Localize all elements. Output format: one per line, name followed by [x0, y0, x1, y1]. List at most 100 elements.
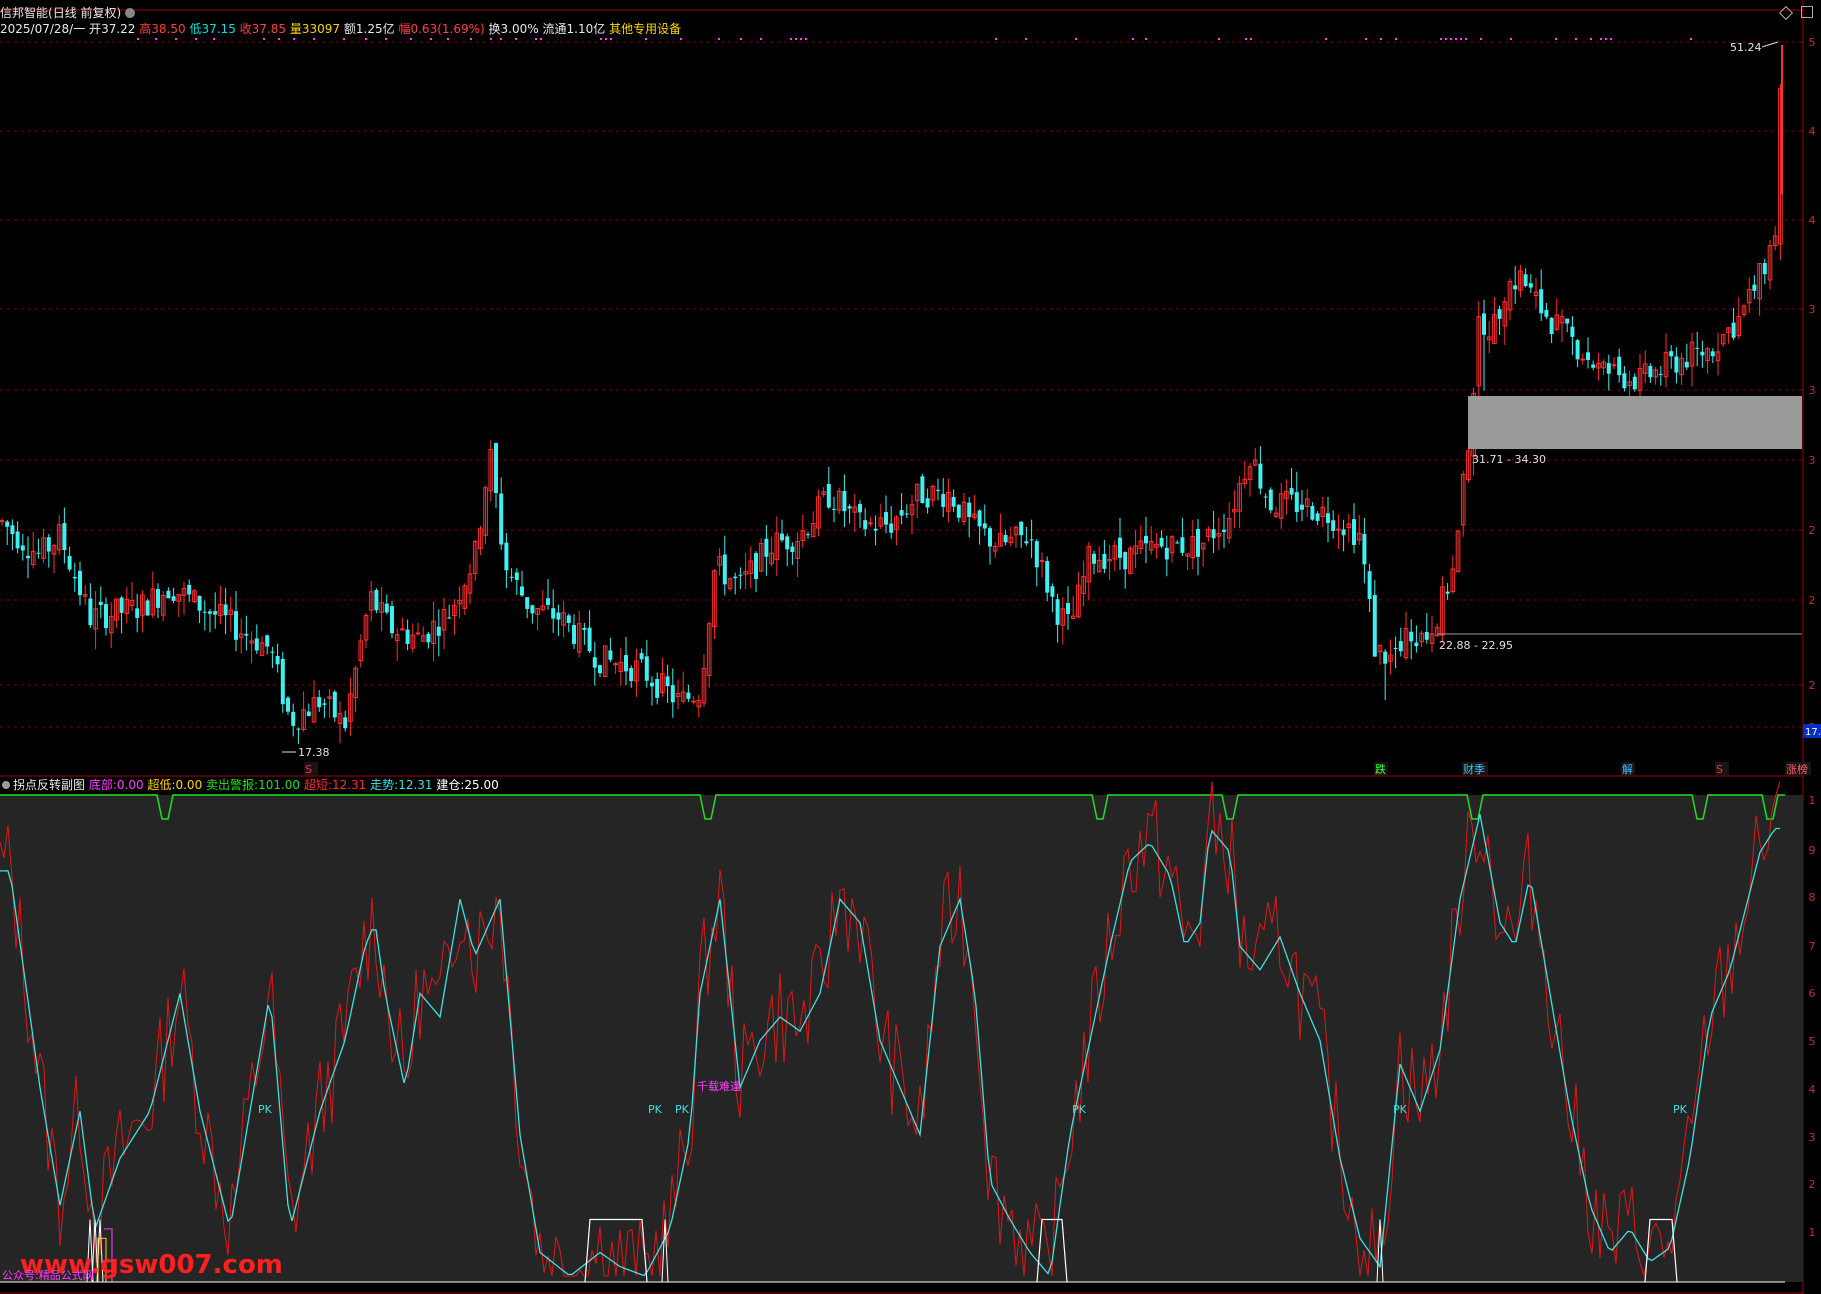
price-tag: 17.5 [1805, 727, 1821, 738]
sub-chart-title: 拐点反转副图 [13, 778, 86, 792]
candle-body [286, 697, 290, 712]
candle-body [291, 711, 296, 726]
high-value: 38.50 [151, 22, 186, 36]
sub-axis-label: 2 [1809, 1178, 1816, 1191]
event-marker: 涨榜 [1786, 762, 1808, 776]
watermark-subtext: 公众号:精品公式网 [2, 1269, 94, 1282]
candle-body [1669, 351, 1674, 357]
candle-body [1528, 283, 1533, 288]
candle-body [1258, 463, 1263, 489]
indicator-annotation: PK [1393, 1103, 1408, 1116]
candle-body [499, 493, 504, 545]
candle-body [644, 656, 649, 681]
candle-body [166, 590, 171, 599]
signal-dot [1480, 38, 1482, 40]
zone-upper-label: 31.71 - 34.30 [1472, 453, 1546, 466]
sub-axis-label: 1 [1809, 794, 1816, 807]
candle-body [826, 483, 831, 508]
candle-body [639, 653, 644, 660]
candle-body [936, 489, 940, 491]
candle-body [36, 552, 41, 554]
resistance-zone [1468, 396, 1802, 449]
event-marker: S [305, 763, 312, 776]
signal-dot [1610, 38, 1612, 40]
legend-item-trend: 走势:12.31 [370, 778, 433, 792]
candle-body [1180, 537, 1185, 553]
candle-body [1039, 559, 1045, 562]
settings-icon[interactable] [2, 781, 10, 789]
signal-dot [293, 38, 295, 40]
event-marker: 跌 [1375, 762, 1386, 776]
candle-body [1523, 274, 1528, 287]
candle-body [1591, 364, 1596, 368]
maximize-icon[interactable] [1801, 6, 1813, 18]
candle-body [504, 542, 509, 571]
candle-body [1341, 529, 1346, 536]
candle-body [1513, 285, 1518, 290]
candle-body [270, 651, 275, 653]
signal-dot [365, 38, 367, 40]
candle-body [343, 717, 348, 729]
event-marker: 解 [1622, 762, 1633, 776]
float-value: 1.10亿 [566, 22, 606, 36]
legend-item-ultralow: 超低:0.00 [147, 778, 203, 792]
candle-body [598, 665, 602, 674]
close-icon[interactable] [125, 8, 136, 18]
candle-body [26, 555, 30, 559]
candle-body [1144, 535, 1148, 544]
candle-body [306, 711, 311, 716]
signal-dot [1075, 38, 1077, 40]
signal-dot [1380, 38, 1382, 40]
candle-body [1352, 519, 1356, 545]
candle-body [629, 667, 634, 682]
legend-item-bottom: 底部:0.00 [88, 778, 144, 792]
sub-axis-label: 7 [1809, 940, 1816, 953]
axis-label: 4 [1809, 125, 1816, 138]
axis-label: 3 [1809, 303, 1816, 316]
indicator-annotation: PK [1072, 1103, 1087, 1116]
signal-dot [1132, 38, 1134, 40]
candle-body [254, 638, 259, 651]
legend-item-build: 建仓:25.00 [436, 778, 499, 792]
candle-body [556, 612, 561, 620]
candle-body [1294, 492, 1299, 513]
candle-body [187, 584, 192, 595]
candle-body [1409, 631, 1414, 642]
candle-body [514, 572, 519, 580]
stock-name: 信邦智能 [0, 6, 49, 20]
candle-body [1003, 534, 1008, 543]
signal-dot [1145, 38, 1147, 40]
candle-body [1326, 513, 1330, 523]
candle-body [525, 597, 530, 609]
candle-body [858, 504, 862, 513]
signal-dot [1440, 38, 1442, 40]
candle-body [1580, 358, 1586, 361]
signal-dot [740, 38, 742, 40]
candle-body [665, 676, 670, 687]
candle-body [1658, 373, 1663, 375]
candle-body [1762, 263, 1767, 275]
signal-dot [1455, 38, 1457, 40]
signal-dot [1510, 38, 1512, 40]
candle-body [988, 528, 992, 547]
price-chart[interactable]: 544333222131.71 - 34.3022.88 - 22.9551.2… [0, 0, 1821, 1294]
zone-lower-label: 22.88 - 22.95 [1439, 639, 1513, 652]
candle-body [977, 510, 982, 527]
candle-body [1622, 373, 1627, 389]
change-label: 幅 [398, 22, 411, 36]
candle-body [1222, 529, 1226, 532]
signal-dot [645, 38, 647, 40]
candle-body [1050, 586, 1055, 597]
candle-body [1606, 363, 1611, 374]
candle-body [104, 604, 108, 629]
candle-body [967, 502, 972, 518]
signal-dot [155, 38, 157, 40]
diamond-icon[interactable] [1779, 5, 1794, 21]
quote-date: 2025/07/28/一 [0, 22, 86, 36]
candle-body [592, 657, 597, 668]
candle-body [1331, 520, 1336, 532]
signal-dot [470, 38, 472, 40]
candle-body [624, 655, 628, 672]
candle-body [1019, 521, 1024, 536]
legend-item-sell-alert: 卖出警报:101.00 [206, 778, 301, 792]
